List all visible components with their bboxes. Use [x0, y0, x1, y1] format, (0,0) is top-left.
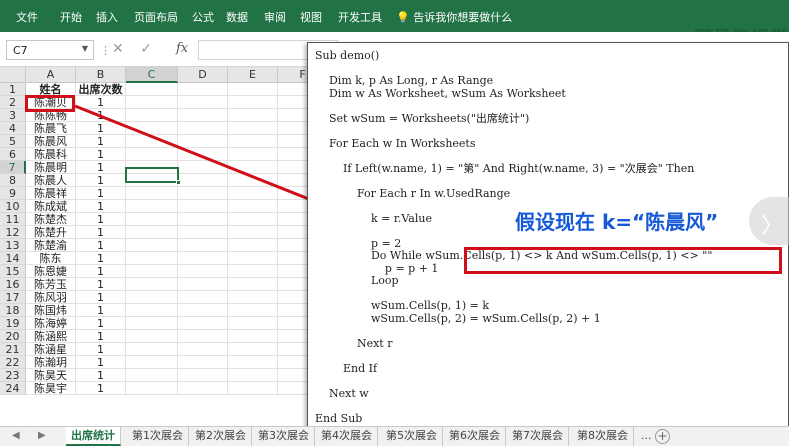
- next-slide-button[interactable]: 〉: [749, 197, 789, 245]
- code-line: For Each w In Worksheets: [315, 136, 476, 150]
- code-line: wSum.Cells(p, 1) = k: [315, 299, 490, 312]
- sheet-tab[interactable]: 第7次展会: [507, 427, 569, 446]
- code-line: Set wSum = Worksheets("出席统计"): [315, 111, 530, 125]
- sheet-tab[interactable]: 第3次展会: [253, 427, 315, 446]
- code-line: Next w: [315, 386, 369, 400]
- code-line: End If: [315, 361, 378, 375]
- sheet-tab[interactable]: 出席统计: [66, 427, 121, 446]
- next-sheet-icon[interactable]: ▶: [38, 430, 46, 441]
- more-sheets-button[interactable]: ...: [636, 427, 657, 446]
- code-line: wSum.Cells(p, 2) = wSum.Cells(p, 2) + 1: [315, 311, 601, 325]
- sheet-tab[interactable]: 第4次展会: [316, 427, 378, 446]
- code-line: Sub demo(): [315, 49, 380, 62]
- sheet-tab[interactable]: 第1次展会: [127, 427, 189, 446]
- vba-code-window: Sub demo() Dim k, p As Long, r As Range …: [307, 42, 789, 435]
- sheet-tab[interactable]: 第8次展会: [572, 427, 634, 446]
- code-line: If Left(w.name, 1) = "第" And Right(w.nam…: [315, 161, 695, 175]
- annotation-text: 假设现在 k=“陈晨风”: [515, 210, 719, 234]
- code-line: End Sub: [315, 411, 363, 425]
- code-line: p = 2: [315, 236, 402, 250]
- code-line: Dim k, p As Long, r As Range: [315, 74, 494, 87]
- code-line: Next r: [315, 336, 393, 350]
- code-line: Loop: [315, 274, 399, 287]
- code-line: k = r.Value: [315, 211, 432, 225]
- code-line: Dim w As Worksheet, wSum As Worksheet: [315, 86, 566, 100]
- vba-code: Sub demo() Dim k, p As Long, r As Range …: [315, 49, 712, 425]
- sheet-tab[interactable]: 第6次展会: [444, 427, 506, 446]
- code-line: For Each r In w.UsedRange: [315, 186, 511, 200]
- highlight-box-do-while: [464, 247, 782, 274]
- prev-sheet-icon[interactable]: ◀: [12, 430, 20, 441]
- sheet-tab-bar: ◀ ▶ 出席统计 第1次展会 第2次展会 第3次展会 第4次展会 第5次展会 第6次展会 第7…: [0, 426, 789, 446]
- sheet-tab[interactable]: 第5次展会: [381, 427, 443, 446]
- code-line: p = p + 1: [315, 261, 439, 275]
- sheet-tab[interactable]: 第2次展会: [190, 427, 252, 446]
- add-sheet-button[interactable]: +: [655, 429, 670, 444]
- chevron-right-icon: 〉: [761, 214, 784, 239]
